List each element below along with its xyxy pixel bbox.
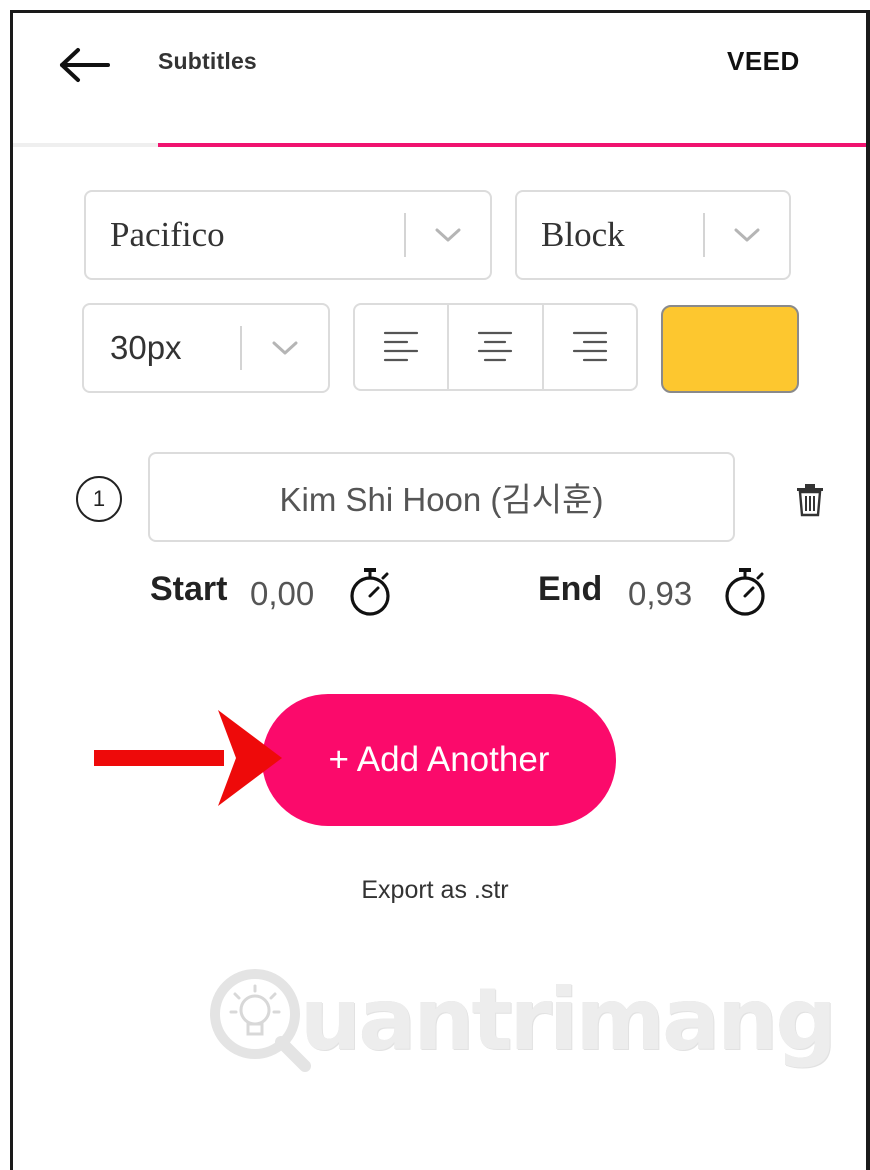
end-time-value[interactable]: 0,93 (628, 575, 692, 613)
stopwatch-icon[interactable] (722, 567, 768, 617)
start-time-value[interactable]: 0,00 (250, 575, 314, 613)
watermark: uantrimang (205, 960, 837, 1080)
font-select[interactable]: Pacifico (84, 190, 492, 280)
brand-logo: VEED (727, 46, 800, 76)
align-left-button[interactable] (355, 305, 447, 389)
tab-active-indicator (158, 143, 866, 147)
chevron-down-icon (406, 227, 490, 243)
subtitle-text-input[interactable] (148, 452, 735, 542)
align-right-icon (572, 331, 607, 362)
font-size-value: 30px (110, 329, 182, 366)
text-color-swatch[interactable] (661, 305, 799, 393)
align-center-button[interactable] (447, 305, 541, 389)
frame-border-left (10, 10, 13, 1170)
arrow-left-icon (60, 48, 110, 82)
lightbulb-logo-icon (210, 969, 311, 1072)
trash-icon (797, 484, 823, 517)
back-button[interactable] (55, 40, 113, 90)
font-select-value: Pacifico (110, 215, 225, 254)
frame-border-top (10, 10, 870, 13)
page-title: Subtitles (158, 48, 257, 74)
export-srt-link[interactable]: Export as .str (0, 876, 870, 905)
end-time-label: End (538, 570, 603, 608)
subtitle-number-badge: 1 (76, 476, 122, 522)
annotation-arrow-icon (94, 710, 282, 806)
style-select-value: Block (541, 215, 625, 254)
align-left-icon (384, 331, 419, 362)
align-right-button[interactable] (541, 305, 636, 389)
add-another-button[interactable]: + Add Another (262, 694, 616, 826)
align-center-icon (478, 331, 513, 362)
text-alignment-group (353, 303, 638, 391)
font-size-select[interactable]: 30px (82, 303, 330, 393)
style-select[interactable]: Block (515, 190, 791, 280)
chevron-down-icon (705, 227, 789, 243)
chevron-down-icon (242, 340, 328, 356)
delete-subtitle-button[interactable] (790, 478, 830, 522)
start-time-label: Start (150, 570, 228, 608)
watermark-text: uantrimang (300, 970, 837, 1070)
stopwatch-icon[interactable] (347, 567, 393, 617)
frame-border-right (866, 10, 870, 1170)
